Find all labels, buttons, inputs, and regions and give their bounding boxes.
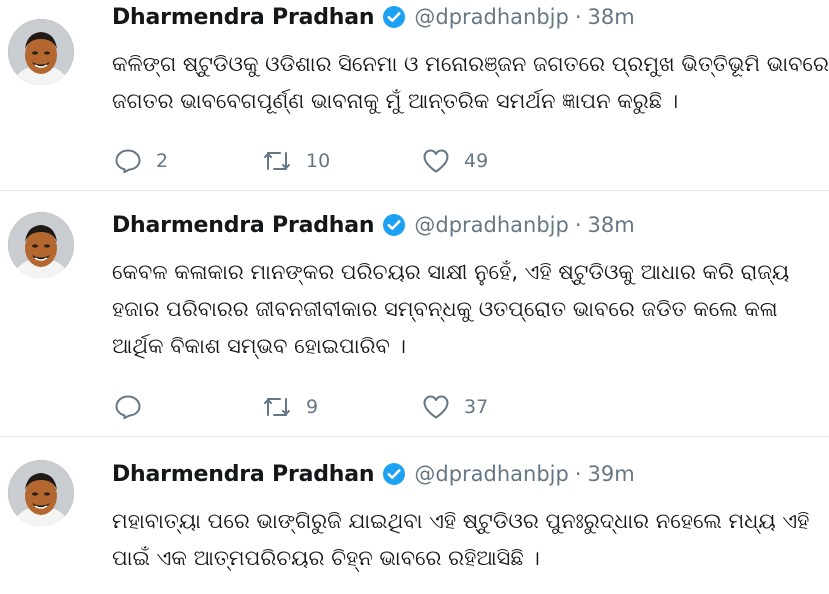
tweet-header: Dharmendra Pradhan @dpradhanbjp · 38m — [112, 0, 635, 34]
heart-icon — [423, 149, 449, 173]
tweet-header: Dharmendra Pradhan @dpradhanbjp · 39m — [112, 457, 635, 491]
author-name[interactable]: Dharmendra Pradhan — [112, 462, 375, 487]
tweet-timestamp[interactable]: 38m — [588, 5, 635, 29]
reply-button[interactable] — [114, 394, 262, 420]
retweet-icon — [264, 152, 290, 170]
tweet-text-line: ପାଇଁ ଏକ ଆତ୍ମପରିଚୟର ଚିହ୍ନ ଭାବରେ ରହିଆସିଛି … — [112, 546, 540, 570]
avatar-photo — [8, 19, 74, 85]
reply-icon — [115, 149, 141, 174]
author-name[interactable]: Dharmendra Pradhan — [112, 5, 375, 30]
separator-dot: · — [574, 5, 582, 29]
verified-badge-icon — [382, 5, 406, 29]
author-handle[interactable]: @dpradhanbjp — [414, 462, 568, 486]
tweet[interactable]: Dharmendra Pradhan @dpradhanbjp · 38m କେ… — [0, 191, 829, 437]
verified-badge-icon — [382, 213, 406, 237]
retweet-count: 10 — [306, 150, 331, 172]
tweet-text-line: ମହାବାତ୍ୟା ପରେ ଭାଙ୍ଗିରୁଜି ଯାଇଥିବା ଏହି ଷ୍ଟ… — [112, 509, 810, 533]
tweet-text: କଳିଙ୍ଗ ଷ୍ଟୁଡିଓକୁ ଓଡିଶାର ସିନେମା ଓ ମନୋରଞ୍ଜ… — [112, 46, 829, 120]
tweet-timestamp[interactable]: 39m — [588, 462, 635, 486]
retweet-button[interactable]: 9 — [262, 394, 422, 420]
tweet-actions: 9 37 — [114, 392, 542, 422]
author-handle[interactable]: @dpradhanbjp — [414, 213, 568, 237]
reply-count: 2 — [156, 150, 169, 172]
avatar-photo — [8, 460, 74, 526]
like-button[interactable]: 37 — [422, 394, 542, 420]
tweet[interactable]: Dharmendra Pradhan @dpradhanbjp · 39m ମହ… — [0, 437, 829, 594]
tweet-header: Dharmendra Pradhan @dpradhanbjp · 38m — [112, 208, 635, 242]
tweet-text-line: ଆର୍ଥିକ ବିକାଶ ସମ୍ଭବ ହୋଇପାରିବ । — [112, 334, 406, 358]
like-count: 37 — [464, 396, 489, 418]
retweet-button[interactable]: 10 — [262, 148, 422, 174]
like-count: 49 — [464, 150, 489, 172]
reply-icon — [115, 395, 141, 420]
tweet-feed: Dharmendra Pradhan @dpradhanbjp · 38m କଳ… — [0, 0, 829, 594]
tweet-actions: 2 10 49 — [114, 146, 542, 176]
retweet-icon — [264, 398, 290, 416]
verified-badge-icon — [382, 462, 406, 486]
avatar-photo — [8, 212, 74, 278]
heart-icon — [423, 395, 449, 419]
retweet-count: 9 — [306, 396, 319, 418]
author-handle[interactable]: @dpradhanbjp — [414, 5, 568, 29]
separator-dot: · — [574, 462, 582, 486]
tweet-text: ମହାବାତ୍ୟା ପରେ ଭାଙ୍ଗିରୁଜି ଯାଇଥିବା ଏହି ଷ୍ଟ… — [112, 503, 829, 577]
like-button[interactable]: 49 — [422, 148, 542, 174]
author-name[interactable]: Dharmendra Pradhan — [112, 213, 375, 238]
tweet-text-line: କେବଳ କଳାକାର ମାନଙ୍କର ପରିଚୟର ସାକ୍ଷୀ ନୁହେଁ,… — [112, 260, 790, 284]
tweet-timestamp[interactable]: 38m — [588, 213, 635, 237]
tweet-text: କେବଳ କଳାକାର ମାନଙ୍କର ପରିଚୟର ସାକ୍ଷୀ ନୁହେଁ,… — [112, 254, 829, 365]
tweet[interactable]: Dharmendra Pradhan @dpradhanbjp · 38m କଳ… — [0, 0, 829, 191]
avatar[interactable] — [8, 460, 74, 526]
avatar[interactable] — [8, 19, 74, 85]
reply-button[interactable]: 2 — [114, 148, 262, 174]
tweet-text-line: ଜଗତର ଭାବବେଗପୂର୍ଣ୍ଣ ଭାବନାକୁ ମୁଁ ଆନ୍ତରିକ ସ… — [112, 89, 679, 113]
tweet-text-line: ହଜାର ପରିବାରର ଜୀବନଜୀବୀକାର ସମ୍ବନ୍ଧକୁ ଓତପ୍ର… — [112, 297, 778, 321]
tweet-text-line: କଳିଙ୍ଗ ଷ୍ଟୁଡିଓକୁ ଓଡିଶାର ସିନେମା ଓ ମନୋରଞ୍ଜ… — [112, 52, 829, 76]
separator-dot: · — [574, 213, 582, 237]
avatar[interactable] — [8, 212, 74, 278]
